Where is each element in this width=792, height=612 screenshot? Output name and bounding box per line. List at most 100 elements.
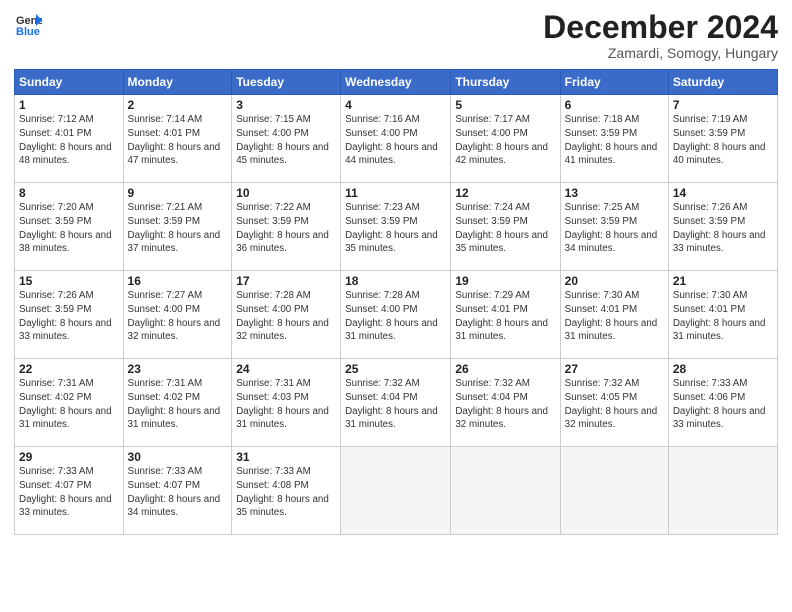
calendar-cell: 9 Sunrise: 7:21 AMSunset: 3:59 PMDayligh… <box>123 183 232 271</box>
calendar-cell: 10 Sunrise: 7:22 AMSunset: 3:59 PMDaylig… <box>232 183 341 271</box>
day-number: 10 <box>236 186 336 200</box>
page-header: General Blue December 2024 Zamardi, Somo… <box>14 10 778 61</box>
day-number: 30 <box>128 450 228 464</box>
day-number: 23 <box>128 362 228 376</box>
calendar-cell <box>451 447 560 535</box>
day-info: Sunrise: 7:32 AMSunset: 4:05 PMDaylight:… <box>565 378 658 430</box>
calendar-cell: 30 Sunrise: 7:33 AMSunset: 4:07 PMDaylig… <box>123 447 232 535</box>
day-number: 28 <box>673 362 773 376</box>
day-number: 7 <box>673 98 773 112</box>
day-info: Sunrise: 7:28 AMSunset: 4:00 PMDaylight:… <box>345 290 438 342</box>
day-info: Sunrise: 7:22 AMSunset: 3:59 PMDaylight:… <box>236 202 329 254</box>
day-info: Sunrise: 7:25 AMSunset: 3:59 PMDaylight:… <box>565 202 658 254</box>
calendar-cell: 18 Sunrise: 7:28 AMSunset: 4:00 PMDaylig… <box>341 271 451 359</box>
day-info: Sunrise: 7:18 AMSunset: 3:59 PMDaylight:… <box>565 114 658 166</box>
day-number: 2 <box>128 98 228 112</box>
day-number: 3 <box>236 98 336 112</box>
calendar-cell: 20 Sunrise: 7:30 AMSunset: 4:01 PMDaylig… <box>560 271 668 359</box>
day-info: Sunrise: 7:20 AMSunset: 3:59 PMDaylight:… <box>19 202 112 254</box>
calendar-cell: 1 Sunrise: 7:12 AMSunset: 4:01 PMDayligh… <box>15 95 124 183</box>
day-info: Sunrise: 7:30 AMSunset: 4:01 PMDaylight:… <box>565 290 658 342</box>
day-info: Sunrise: 7:32 AMSunset: 4:04 PMDaylight:… <box>455 378 548 430</box>
day-number: 11 <box>345 186 446 200</box>
calendar-cell: 27 Sunrise: 7:32 AMSunset: 4:05 PMDaylig… <box>560 359 668 447</box>
day-info: Sunrise: 7:30 AMSunset: 4:01 PMDaylight:… <box>673 290 766 342</box>
day-number: 17 <box>236 274 336 288</box>
day-info: Sunrise: 7:33 AMSunset: 4:06 PMDaylight:… <box>673 378 766 430</box>
calendar-week-row: 22 Sunrise: 7:31 AMSunset: 4:02 PMDaylig… <box>15 359 778 447</box>
day-info: Sunrise: 7:26 AMSunset: 3:59 PMDaylight:… <box>19 290 112 342</box>
svg-text:Blue: Blue <box>16 26 40 38</box>
calendar-week-row: 1 Sunrise: 7:12 AMSunset: 4:01 PMDayligh… <box>15 95 778 183</box>
day-number: 6 <box>565 98 664 112</box>
calendar-cell: 17 Sunrise: 7:28 AMSunset: 4:00 PMDaylig… <box>232 271 341 359</box>
day-number: 25 <box>345 362 446 376</box>
calendar-week-row: 15 Sunrise: 7:26 AMSunset: 3:59 PMDaylig… <box>15 271 778 359</box>
day-number: 27 <box>565 362 664 376</box>
day-info: Sunrise: 7:12 AMSunset: 4:01 PMDaylight:… <box>19 114 112 166</box>
day-number: 29 <box>19 450 119 464</box>
calendar-cell: 31 Sunrise: 7:33 AMSunset: 4:08 PMDaylig… <box>232 447 341 535</box>
calendar-week-row: 8 Sunrise: 7:20 AMSunset: 3:59 PMDayligh… <box>15 183 778 271</box>
day-number: 21 <box>673 274 773 288</box>
calendar-cell <box>341 447 451 535</box>
calendar-cell <box>560 447 668 535</box>
day-info: Sunrise: 7:17 AMSunset: 4:00 PMDaylight:… <box>455 114 548 166</box>
day-number: 12 <box>455 186 555 200</box>
calendar-cell: 14 Sunrise: 7:26 AMSunset: 3:59 PMDaylig… <box>668 183 777 271</box>
day-info: Sunrise: 7:15 AMSunset: 4:00 PMDaylight:… <box>236 114 329 166</box>
logo-icon: General Blue <box>14 10 42 38</box>
calendar-cell: 21 Sunrise: 7:30 AMSunset: 4:01 PMDaylig… <box>668 271 777 359</box>
day-info: Sunrise: 7:23 AMSunset: 3:59 PMDaylight:… <box>345 202 438 254</box>
calendar-cell: 8 Sunrise: 7:20 AMSunset: 3:59 PMDayligh… <box>15 183 124 271</box>
day-number: 24 <box>236 362 336 376</box>
calendar-cell: 15 Sunrise: 7:26 AMSunset: 3:59 PMDaylig… <box>15 271 124 359</box>
day-number: 13 <box>565 186 664 200</box>
day-info: Sunrise: 7:21 AMSunset: 3:59 PMDaylight:… <box>128 202 221 254</box>
calendar-cell: 29 Sunrise: 7:33 AMSunset: 4:07 PMDaylig… <box>15 447 124 535</box>
day-number: 4 <box>345 98 446 112</box>
day-info: Sunrise: 7:28 AMSunset: 4:00 PMDaylight:… <box>236 290 329 342</box>
calendar-cell: 19 Sunrise: 7:29 AMSunset: 4:01 PMDaylig… <box>451 271 560 359</box>
day-number: 8 <box>19 186 119 200</box>
calendar-cell: 25 Sunrise: 7:32 AMSunset: 4:04 PMDaylig… <box>341 359 451 447</box>
calendar-cell: 11 Sunrise: 7:23 AMSunset: 3:59 PMDaylig… <box>341 183 451 271</box>
calendar-cell: 26 Sunrise: 7:32 AMSunset: 4:04 PMDaylig… <box>451 359 560 447</box>
calendar-cell: 3 Sunrise: 7:15 AMSunset: 4:00 PMDayligh… <box>232 95 341 183</box>
day-number: 18 <box>345 274 446 288</box>
calendar-cell: 6 Sunrise: 7:18 AMSunset: 3:59 PMDayligh… <box>560 95 668 183</box>
day-info: Sunrise: 7:14 AMSunset: 4:01 PMDaylight:… <box>128 114 221 166</box>
calendar-cell <box>668 447 777 535</box>
calendar-cell: 23 Sunrise: 7:31 AMSunset: 4:02 PMDaylig… <box>123 359 232 447</box>
calendar-cell: 5 Sunrise: 7:17 AMSunset: 4:00 PMDayligh… <box>451 95 560 183</box>
calendar-cell: 16 Sunrise: 7:27 AMSunset: 4:00 PMDaylig… <box>123 271 232 359</box>
calendar-week-row: 29 Sunrise: 7:33 AMSunset: 4:07 PMDaylig… <box>15 447 778 535</box>
day-info: Sunrise: 7:33 AMSunset: 4:07 PMDaylight:… <box>19 466 112 518</box>
day-info: Sunrise: 7:33 AMSunset: 4:07 PMDaylight:… <box>128 466 221 518</box>
day-info: Sunrise: 7:27 AMSunset: 4:00 PMDaylight:… <box>128 290 221 342</box>
day-info: Sunrise: 7:16 AMSunset: 4:00 PMDaylight:… <box>345 114 438 166</box>
day-info: Sunrise: 7:29 AMSunset: 4:01 PMDaylight:… <box>455 290 548 342</box>
calendar-header-saturday: Saturday <box>668 70 777 95</box>
calendar-cell: 2 Sunrise: 7:14 AMSunset: 4:01 PMDayligh… <box>123 95 232 183</box>
calendar-header-row: SundayMondayTuesdayWednesdayThursdayFrid… <box>15 70 778 95</box>
day-number: 19 <box>455 274 555 288</box>
calendar-header-tuesday: Tuesday <box>232 70 341 95</box>
day-number: 31 <box>236 450 336 464</box>
calendar-cell: 4 Sunrise: 7:16 AMSunset: 4:00 PMDayligh… <box>341 95 451 183</box>
month-title: December 2024 <box>543 10 778 45</box>
calendar-header-monday: Monday <box>123 70 232 95</box>
day-number: 26 <box>455 362 555 376</box>
calendar-cell: 12 Sunrise: 7:24 AMSunset: 3:59 PMDaylig… <box>451 183 560 271</box>
day-number: 20 <box>565 274 664 288</box>
page-container: General Blue December 2024 Zamardi, Somo… <box>0 0 792 543</box>
calendar-header-thursday: Thursday <box>451 70 560 95</box>
title-block: December 2024 Zamardi, Somogy, Hungary <box>543 10 778 61</box>
day-info: Sunrise: 7:33 AMSunset: 4:08 PMDaylight:… <box>236 466 329 518</box>
day-info: Sunrise: 7:19 AMSunset: 3:59 PMDaylight:… <box>673 114 766 166</box>
day-info: Sunrise: 7:26 AMSunset: 3:59 PMDaylight:… <box>673 202 766 254</box>
calendar-cell: 13 Sunrise: 7:25 AMSunset: 3:59 PMDaylig… <box>560 183 668 271</box>
calendar-header-friday: Friday <box>560 70 668 95</box>
day-info: Sunrise: 7:31 AMSunset: 4:02 PMDaylight:… <box>128 378 221 430</box>
calendar-cell: 24 Sunrise: 7:31 AMSunset: 4:03 PMDaylig… <box>232 359 341 447</box>
